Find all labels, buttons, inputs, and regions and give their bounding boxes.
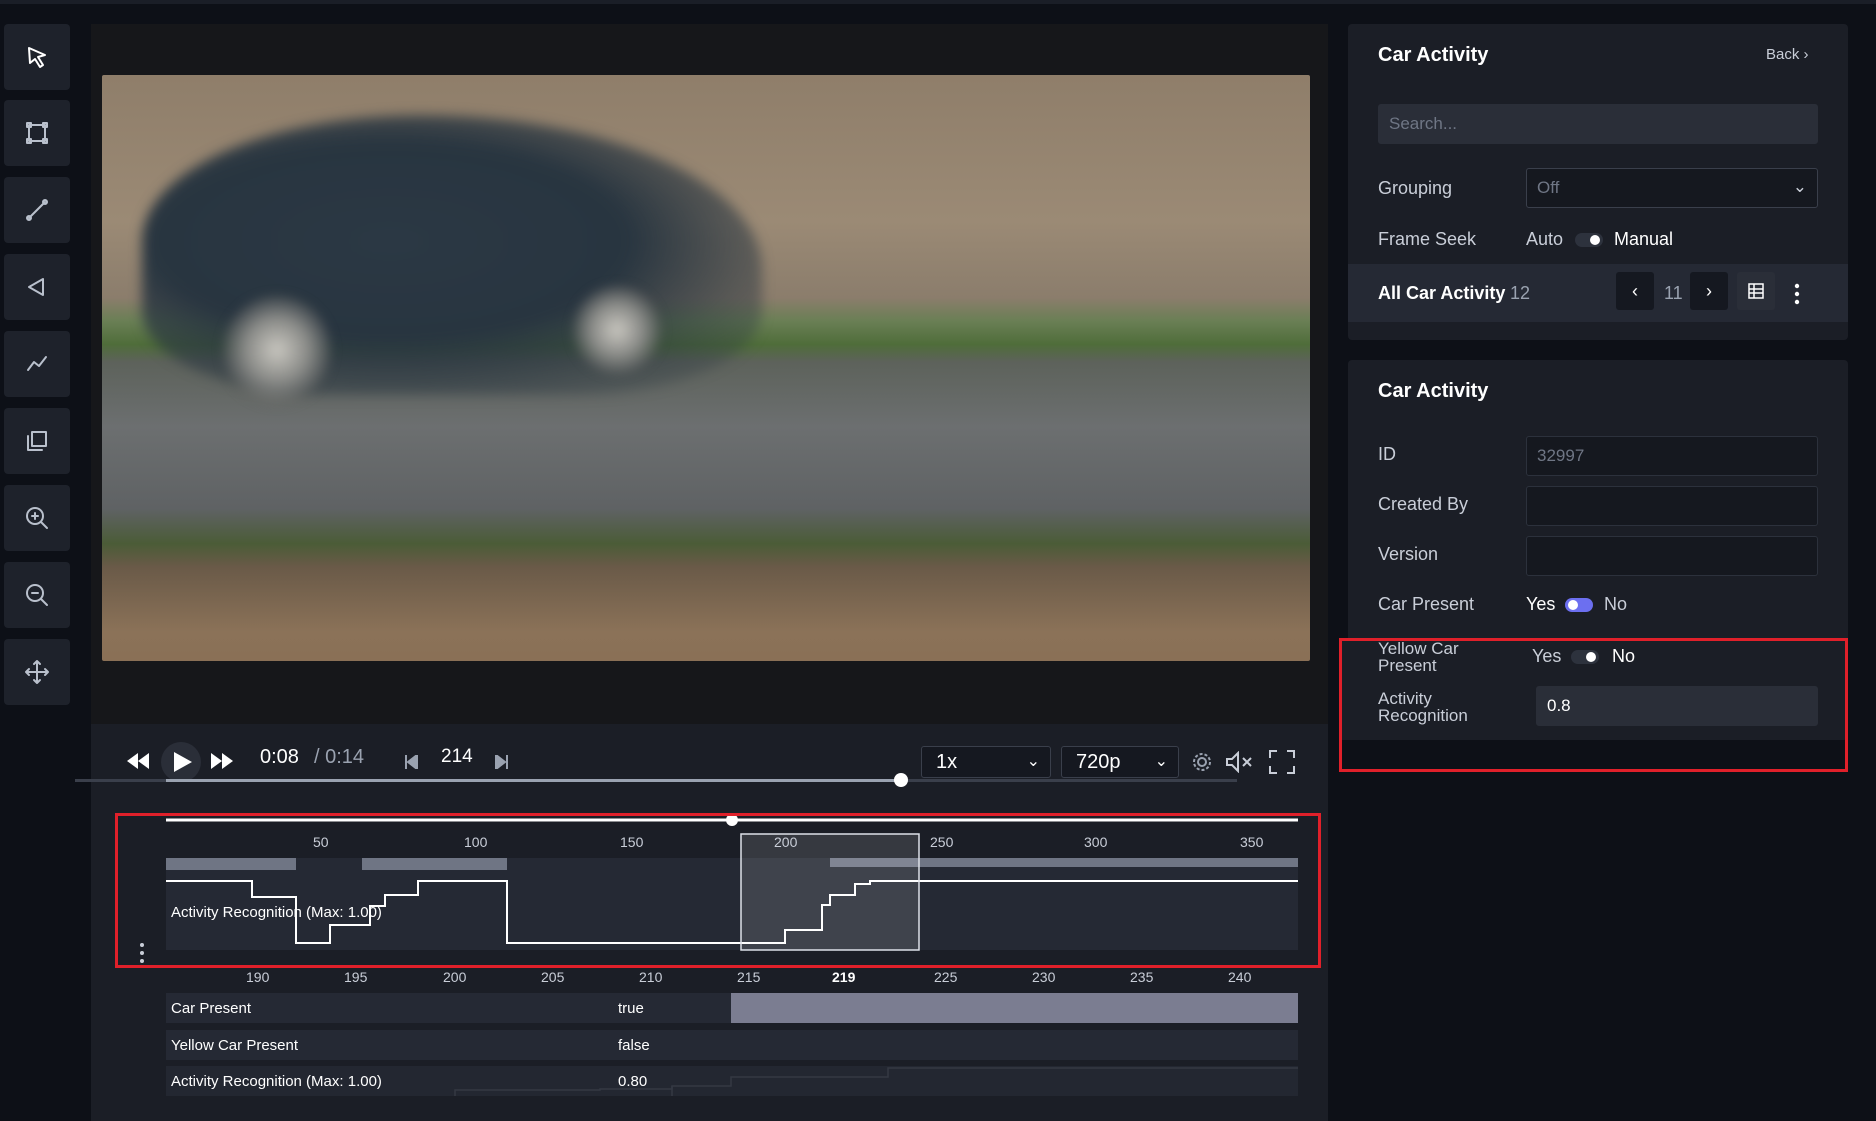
detail-tick: 190: [246, 969, 270, 985]
chevron-right-icon: ›: [1803, 46, 1809, 63]
grouping-value: Off: [1537, 178, 1560, 197]
back-link[interactable]: Back ›: [1766, 46, 1809, 63]
chevron-right-icon: ›: [1706, 280, 1712, 301]
track-value: 0.80: [618, 1073, 648, 1090]
grouping-label: Grouping: [1378, 178, 1453, 198]
track-value: true: [618, 1000, 644, 1017]
detail-tick-current: 219: [832, 969, 856, 985]
grouping-select[interactable]: Off ⌄: [1526, 168, 1818, 208]
track-label: Activity Recognition (Max: 1.00): [171, 1073, 382, 1090]
car-present-label: Car Present: [1378, 594, 1475, 614]
detail-tick: 205: [541, 969, 565, 985]
created-by-field: [1526, 486, 1818, 526]
next-page-button[interactable]: ›: [1690, 272, 1728, 310]
track-value: false: [618, 1037, 650, 1054]
all-activity-label: All Car Activity: [1378, 283, 1506, 303]
id-field: 32997: [1526, 436, 1818, 476]
created-by-label: Created By: [1378, 494, 1469, 514]
track-label: Yellow Car Present: [171, 1037, 299, 1054]
car-present-no: No: [1604, 594, 1628, 614]
detail-tick: 240: [1228, 969, 1252, 985]
track-row-car-present[interactable]: Car Present true: [166, 993, 1298, 1023]
panel-gap: [1342, 740, 1844, 769]
id-label: ID: [1378, 444, 1396, 464]
table-view-button[interactable]: [1737, 272, 1775, 310]
version-label: Version: [1378, 544, 1439, 564]
car-present-toggle[interactable]: [1565, 598, 1593, 612]
frame-seek-label: Frame Seek: [1378, 229, 1477, 249]
prev-page-button[interactable]: ‹: [1616, 272, 1654, 310]
page-number: 11: [1664, 283, 1683, 303]
chevron-down-icon: ⌄: [1792, 177, 1807, 196]
detail-title: Car Activity: [1378, 380, 1489, 402]
detail-tick: 215: [737, 969, 761, 985]
detail-tick: 235: [1130, 969, 1154, 985]
all-activity-count: 12: [1510, 283, 1531, 303]
track-row-activity-recognition[interactable]: Activity Recognition (Max: 1.00) 0.80: [166, 1066, 1298, 1096]
detail-tick: 195: [344, 969, 368, 985]
frame-seek-toggle[interactable]: [1575, 233, 1603, 247]
search-input[interactable]: Search...: [1378, 104, 1818, 144]
chevron-left-icon: ‹: [1632, 280, 1638, 301]
track-row-yellow-car-present[interactable]: Yellow Car Present false: [166, 1030, 1298, 1060]
all-activity-bar: All Car Activity 12 ‹ 11 ›: [1348, 264, 1848, 322]
frame-seek-auto: Auto: [1526, 229, 1564, 249]
panel-title: Car Activity: [1378, 44, 1489, 66]
detail-tick: 230: [1032, 969, 1056, 985]
frame-seek-manual: Manual: [1614, 229, 1674, 249]
toggle-knob: [1568, 600, 1578, 610]
track-label: Car Present: [171, 1000, 252, 1017]
detail-tick: 210: [639, 969, 663, 985]
timeline-highlight-box: [115, 813, 1321, 968]
kebab-menu-icon[interactable]: [1794, 283, 1800, 305]
detail-tick: 225: [934, 969, 958, 985]
version-field: [1526, 536, 1818, 576]
car-present-yes: Yes: [1526, 594, 1556, 614]
activity-list-panel: Car Activity Back › Search... Grouping O…: [1348, 24, 1848, 340]
back-label: Back: [1766, 46, 1800, 63]
toggle-knob: [1590, 235, 1600, 245]
table-icon: [1748, 283, 1764, 299]
detail-tick: 200: [443, 969, 467, 985]
